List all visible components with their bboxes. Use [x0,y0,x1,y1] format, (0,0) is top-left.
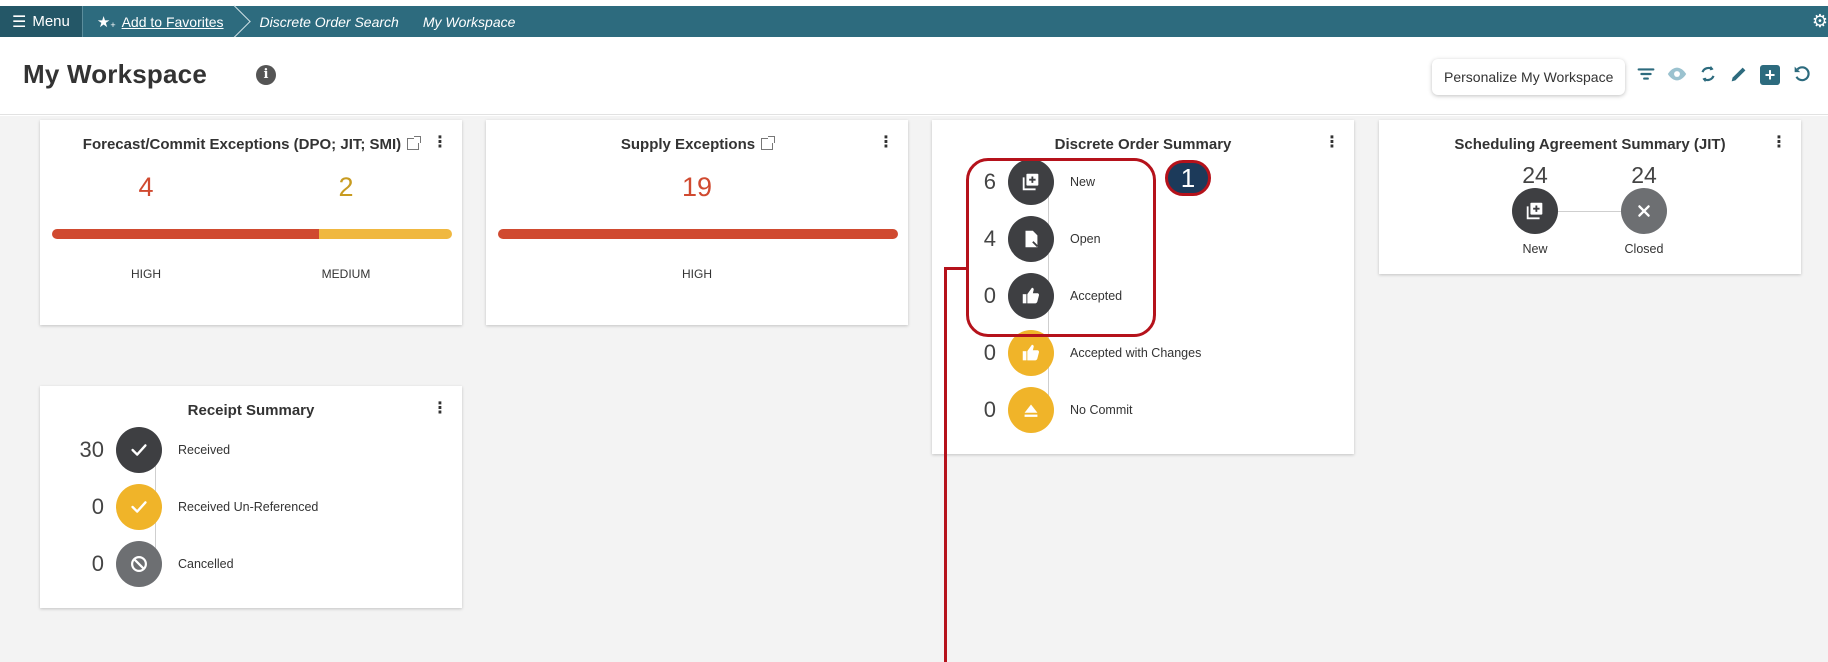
row-count: 30 [79,437,104,462]
connector-line [1549,211,1629,212]
supply-exceptions-card: Supply Exceptions ⋮ 19 HIGH [486,120,908,325]
add-to-favorites-link[interactable]: ★ + Add to Favorites [83,6,234,37]
medium-segment[interactable] [318,229,452,239]
close-icon[interactable] [1621,188,1667,234]
breadcrumb-separator [234,6,248,37]
high-segment[interactable] [52,229,319,239]
receipt-row-cancelled[interactable]: 0 Cancelled [64,541,234,587]
gear-icon[interactable]: ⚙ [1812,11,1828,32]
personalize-tooltip: Personalize My Workspace [1432,59,1626,95]
row-label: Cancelled [178,557,234,571]
callout-leader-horizontal [944,267,968,270]
discrete-card-title: Discrete Order Summary [1054,136,1232,153]
kebab-menu-icon[interactable]: ⋮ [1324,135,1340,151]
closed-label: Closed [1624,242,1664,256]
kebab-menu-icon[interactable]: ⋮ [432,401,448,417]
callout-leader-vertical [944,267,947,662]
high-count[interactable]: 4 [106,172,186,203]
highlight-box [966,158,1156,337]
external-link-icon[interactable] [761,136,776,150]
kebab-menu-icon[interactable]: ⋮ [432,135,448,151]
status-row-no-commit[interactable]: 0 No Commit [956,387,1133,433]
page-header: My Workspace i Personalize My Workspace … [0,37,1828,115]
top-nav-bar: ☰ Menu ★ + Add to Favorites Discrete Ord… [0,6,1828,37]
closed-count: 24 [1631,162,1657,188]
filter-icon[interactable] [1634,63,1658,87]
medium-count[interactable]: 2 [306,172,386,203]
supply-card-title[interactable]: Supply Exceptions [486,136,908,153]
high-segment[interactable] [498,229,898,239]
severity-bar [52,229,452,239]
row-count: 0 [983,397,996,422]
receipt-row-received[interactable]: 30 Received [64,427,230,473]
high-label: HIGH [131,267,161,281]
receipt-summary-card: Receipt Summary ⋮ 30 Received 0 Received… [40,386,462,608]
star-icon: ★ [96,13,111,31]
high-count[interactable]: 19 [657,172,737,203]
block-icon [116,541,162,587]
row-label: Received [178,443,231,457]
menu-label: Menu [32,13,70,30]
check-icon [116,427,162,473]
jit-card-title: Scheduling Agreement Summary (JIT) [1454,136,1726,153]
edit-icon[interactable] [1727,63,1751,87]
refresh-icon[interactable] [1696,63,1720,87]
callout-badge: 1 [1165,160,1211,196]
breadcrumb-discrete-order-search[interactable]: Discrete Order Search [248,14,411,30]
row-count: 0 [983,340,996,365]
hamburger-icon: ☰ [12,13,27,31]
favorites-label: Add to Favorites [121,13,224,30]
row-label: No Commit [1070,403,1133,417]
breadcrumb-my-workspace[interactable]: My Workspace [411,14,528,30]
high-label: HIGH [682,267,712,281]
receipt-card-title: Receipt Summary [187,402,315,419]
add-widget-icon[interactable]: + [1760,65,1780,85]
discrete-order-summary-card: Discrete Order Summary ⋮ 6 New 4 Open 0 … [932,120,1354,454]
kebab-menu-icon[interactable]: ⋮ [1771,135,1787,151]
scheduling-agreement-card: Scheduling Agreement Summary (JIT) ⋮ 24 … [1379,120,1801,274]
row-count: 0 [91,494,104,519]
plus-icon: + [110,19,116,30]
new-document-icon[interactable] [1512,188,1558,234]
new-count: 24 [1522,162,1548,188]
menu-button[interactable]: ☰ Menu [0,6,83,37]
page-title: My Workspace [23,59,207,89]
severity-bar [498,229,898,239]
check-icon [116,484,162,530]
workspace-area: Forecast/Commit Exceptions (DPO; JIT; SM… [0,116,1828,662]
forecast-title-text: Forecast/Commit Exceptions (DPO; JIT; SM… [82,136,402,153]
eye-icon[interactable] [1665,63,1689,87]
supply-title-text: Supply Exceptions [620,136,756,153]
reset-icon[interactable] [1790,63,1814,87]
external-link-icon[interactable] [407,136,422,150]
new-label: New [1522,242,1548,256]
info-icon[interactable]: i [256,65,276,85]
row-label: Accepted with Changes [1070,346,1202,360]
kebab-menu-icon[interactable]: ⋮ [878,135,894,151]
row-count: 0 [91,551,104,576]
forecast-commit-card: Forecast/Commit Exceptions (DPO; JIT; SM… [40,120,462,325]
row-label: Received Un-Referenced [178,500,319,514]
receipt-row-unreferenced[interactable]: 0 Received Un-Referenced [64,484,318,530]
eject-icon [1008,387,1054,433]
medium-label: MEDIUM [321,267,371,281]
forecast-card-title[interactable]: Forecast/Commit Exceptions (DPO; JIT; SM… [40,136,462,153]
